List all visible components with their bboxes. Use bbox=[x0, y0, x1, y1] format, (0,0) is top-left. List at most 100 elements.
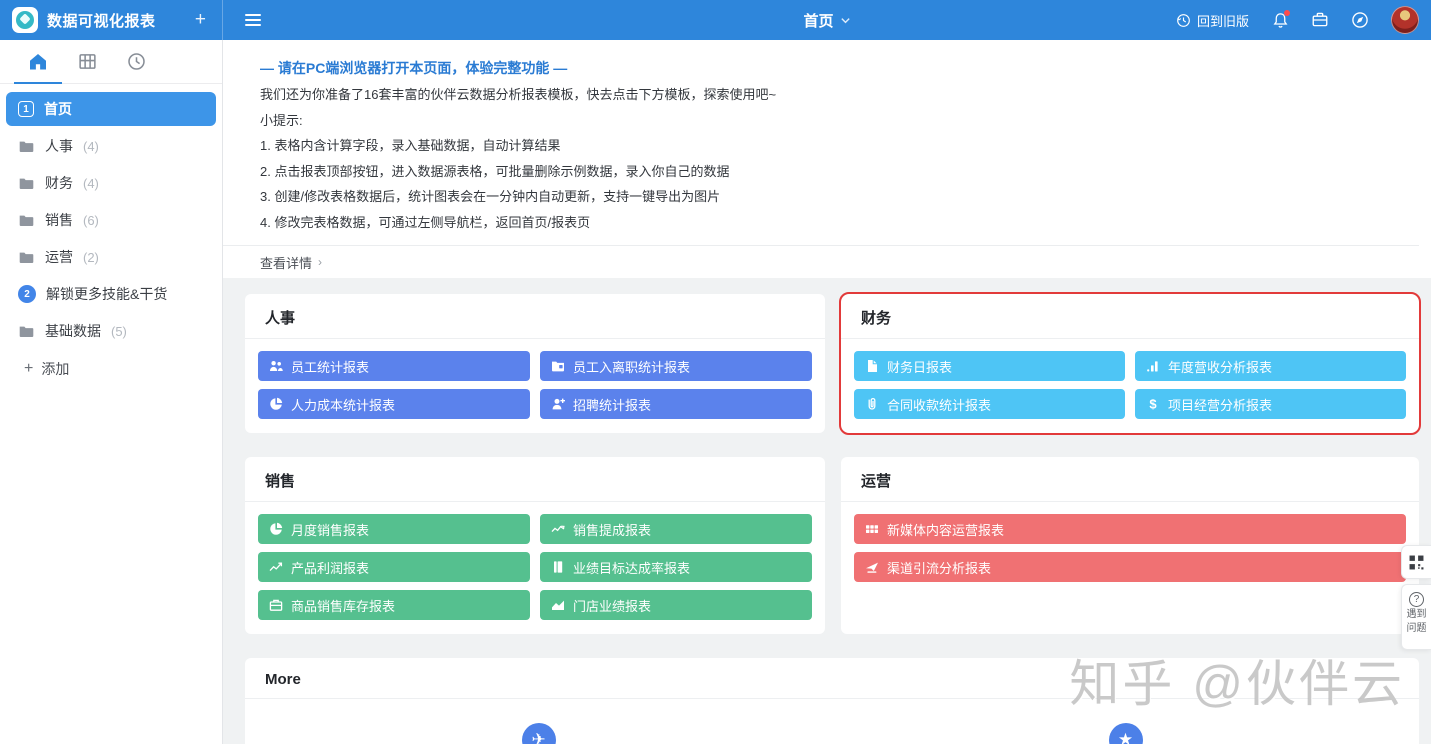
tab-tables[interactable] bbox=[75, 50, 99, 74]
report-button-label: 销售提成报表 bbox=[573, 522, 652, 538]
workspace-button[interactable] bbox=[1311, 11, 1329, 29]
report-button-hr-cost-stats[interactable]: 人力成本统计报表 bbox=[258, 389, 530, 419]
help-text-line1: 遇到 bbox=[1406, 609, 1427, 620]
report-button-label: 项目经营分析报表 bbox=[1168, 397, 1273, 413]
notice-tip: 2. 点击报表顶部按钮，进入数据源表格，可批量删除示例数据，录入你自己的数据 bbox=[260, 163, 730, 179]
sidebar: 1 首页 人事 (4) 财务 (4) 销售 (6) 运营 (2) 2 解锁更多技… bbox=[0, 40, 223, 744]
sidebar-item-label: 解锁更多技能&干货 bbox=[46, 286, 168, 302]
user-avatar[interactable] bbox=[1391, 6, 1419, 34]
chevron-down-icon[interactable] bbox=[840, 15, 851, 26]
report-cards-grid: 人事 员工统计报表 员工入离职统计报表 人力成本统计报表 招聘统计报表 财务 财… bbox=[245, 292, 1421, 634]
report-button-annual-revenue[interactable]: 年度营收分析报表 bbox=[1135, 351, 1406, 381]
folder-badge-icon bbox=[552, 361, 564, 372]
back-to-old-label: 回到旧版 bbox=[1196, 13, 1249, 29]
card-hr-body: 员工统计报表 员工入离职统计报表 人力成本统计报表 招聘统计报表 bbox=[245, 339, 825, 433]
card-more-body: ✈ 一分钟快速了解伙伴云! ★ 解锁更多可视化报表技能＆干货 bbox=[245, 699, 1419, 744]
report-button-sales-commission[interactable]: 销售提成报表 bbox=[540, 514, 812, 544]
sidebar-item-label: 基础数据 bbox=[45, 323, 101, 339]
item-count: (6) bbox=[83, 212, 99, 228]
card-finance: 财务 财务日报表 年度营收分析报表 合同收款统计报表 $ 项目经营分析报表 bbox=[839, 292, 1421, 435]
card-more-title: More bbox=[245, 658, 1419, 699]
hamburger-menu-icon[interactable] bbox=[245, 14, 261, 26]
user-plus-icon bbox=[552, 398, 565, 410]
report-button-label: 合同收款统计报表 bbox=[887, 397, 992, 413]
sidebar-tabs bbox=[0, 40, 222, 84]
sidebar-item-hr[interactable]: 人事 (4) bbox=[6, 129, 216, 163]
report-button-employee-stats[interactable]: 员工统计报表 bbox=[258, 351, 530, 381]
help-widget[interactable]: ? 遇到 问题 bbox=[1401, 584, 1431, 650]
report-button-recruiting-stats[interactable]: 招聘统计报表 bbox=[540, 389, 812, 419]
sidebar-item-sales[interactable]: 销售 (6) bbox=[6, 203, 216, 237]
view-detail-link[interactable]: 查看详情 › bbox=[223, 245, 1419, 278]
add-workspace-button[interactable]: + bbox=[191, 9, 210, 31]
report-button-new-media[interactable]: 新媒体内容运营报表 bbox=[854, 514, 1406, 544]
users-icon bbox=[270, 361, 283, 371]
card-operations-body: 新媒体内容运营报表 渠道引流分析报表 bbox=[841, 502, 1419, 596]
card-sales-body: 月度销售报表 销售提成报表 产品利润报表 业绩目标达成率报表 商品销售库存报表 … bbox=[245, 502, 825, 634]
sidebar-item-home[interactable]: 1 首页 bbox=[6, 92, 216, 126]
report-button-monthly-sales[interactable]: 月度销售报表 bbox=[258, 514, 530, 544]
report-button-store-performance[interactable]: 门店业绩报表 bbox=[540, 590, 812, 620]
active-tab-underline bbox=[14, 82, 62, 84]
report-button-project-operations[interactable]: $ 项目经营分析报表 bbox=[1135, 389, 1406, 419]
report-button-product-profit[interactable]: 产品利润报表 bbox=[258, 552, 530, 582]
sidebar-menu: 1 首页 人事 (4) 财务 (4) 销售 (6) 运营 (2) 2 解锁更多技… bbox=[0, 84, 222, 387]
sidebar-item-finance[interactable]: 财务 (4) bbox=[6, 166, 216, 200]
more-item-quick-intro[interactable]: ✈ 一分钟快速了解伙伴云! bbox=[245, 723, 832, 744]
report-button-channel-traffic[interactable]: 渠道引流分析报表 bbox=[854, 552, 1406, 582]
sidebar-item-unlock-skills[interactable]: 2 解锁更多技能&干货 bbox=[6, 277, 216, 311]
tab-home[interactable] bbox=[26, 50, 50, 74]
report-button-finance-daily[interactable]: 财务日报表 bbox=[854, 351, 1125, 381]
file-icon bbox=[868, 360, 877, 372]
card-more: More ✈ 一分钟快速了解伙伴云! ★ 解锁更多可视化报表技能＆干货 bbox=[245, 658, 1419, 744]
report-button-onboarding-stats[interactable]: 员工入离职统计报表 bbox=[540, 351, 812, 381]
sidebar-item-base-data[interactable]: 基础数据 (5) bbox=[6, 314, 216, 348]
sidebar-item-label: 首页 bbox=[44, 101, 72, 117]
qr-code-widget[interactable] bbox=[1401, 545, 1431, 579]
clock-icon bbox=[127, 53, 145, 70]
item-count: (4) bbox=[83, 138, 99, 154]
notice-tip: 3. 创建/修改表格数据后，统计图表会在一分钟内自动更新，支持一键导出为图片 bbox=[260, 189, 721, 204]
sidebar-add-button[interactable]: + 添加 bbox=[6, 351, 216, 387]
notice-panel: — 请在PC端浏览器打开本页面，体验完整功能 — 我们还为你准备了16套丰富的伙… bbox=[223, 40, 1431, 278]
sidebar-item-operations[interactable]: 运营 (2) bbox=[6, 240, 216, 274]
sidebar-item-label: 人事 bbox=[45, 138, 73, 154]
star-icon: ★ bbox=[1108, 723, 1143, 744]
notifications-button[interactable] bbox=[1271, 10, 1290, 29]
item-count: (2) bbox=[83, 249, 99, 265]
report-button-target-achievement[interactable]: 业绩目标达成率报表 bbox=[540, 552, 812, 582]
sidebar-item-label: 运营 bbox=[45, 249, 73, 265]
back-to-old-version-button[interactable]: 回到旧版 bbox=[1176, 11, 1249, 30]
report-button-label: 产品利润报表 bbox=[291, 560, 370, 576]
plane-icon: ✈ bbox=[521, 723, 556, 744]
notification-dot bbox=[1284, 10, 1290, 16]
notice-intro: 我们还为你准备了16套丰富的伙伴云数据分析报表模板，快去点击下方模板，探索使用吧… bbox=[260, 87, 777, 102]
notice-tips-label: 小提示: bbox=[260, 112, 303, 128]
sidebar-item-label: 财务 bbox=[45, 175, 73, 191]
card-hr-title: 人事 bbox=[245, 294, 825, 339]
compass-icon bbox=[1352, 12, 1368, 28]
tab-recent[interactable] bbox=[124, 50, 148, 74]
app-title: 数据可视化报表 bbox=[47, 12, 156, 30]
chevron-right-icon: › bbox=[318, 255, 323, 269]
report-button-label: 招聘统计报表 bbox=[573, 397, 652, 413]
report-button-inventory[interactable]: 商品销售库存报表 bbox=[258, 590, 530, 620]
report-button-label: 月度销售报表 bbox=[291, 522, 370, 538]
report-button-label: 渠道引流分析报表 bbox=[887, 560, 992, 576]
briefcase-icon bbox=[1312, 12, 1328, 27]
trend-up-icon bbox=[269, 562, 283, 572]
sidebar-item-label: 销售 bbox=[45, 212, 73, 228]
more-item-unlock-skills[interactable]: ★ 解锁更多可视化报表技能＆干货 bbox=[832, 723, 1419, 744]
question-icon: ? bbox=[1409, 592, 1424, 607]
topbar: 数据可视化报表 + 首页 回到旧版 bbox=[0, 0, 1431, 40]
discover-button[interactable] bbox=[1351, 11, 1369, 29]
card-operations: 运营 新媒体内容运营报表 渠道引流分析报表 bbox=[841, 457, 1419, 634]
report-button-contract-payments[interactable]: 合同收款统计报表 bbox=[854, 389, 1125, 419]
current-page-title[interactable]: 首页 bbox=[803, 10, 833, 31]
report-button-label: 门店业绩报表 bbox=[573, 598, 652, 614]
app-logo-icon[interactable] bbox=[12, 7, 38, 33]
briefcase-icon bbox=[269, 599, 283, 611]
table-icon bbox=[78, 54, 96, 69]
folder-icon bbox=[19, 326, 34, 337]
card-sales: 销售 月度销售报表 销售提成报表 产品利润报表 业绩目标达成率报表 商品销售库存… bbox=[245, 457, 825, 634]
